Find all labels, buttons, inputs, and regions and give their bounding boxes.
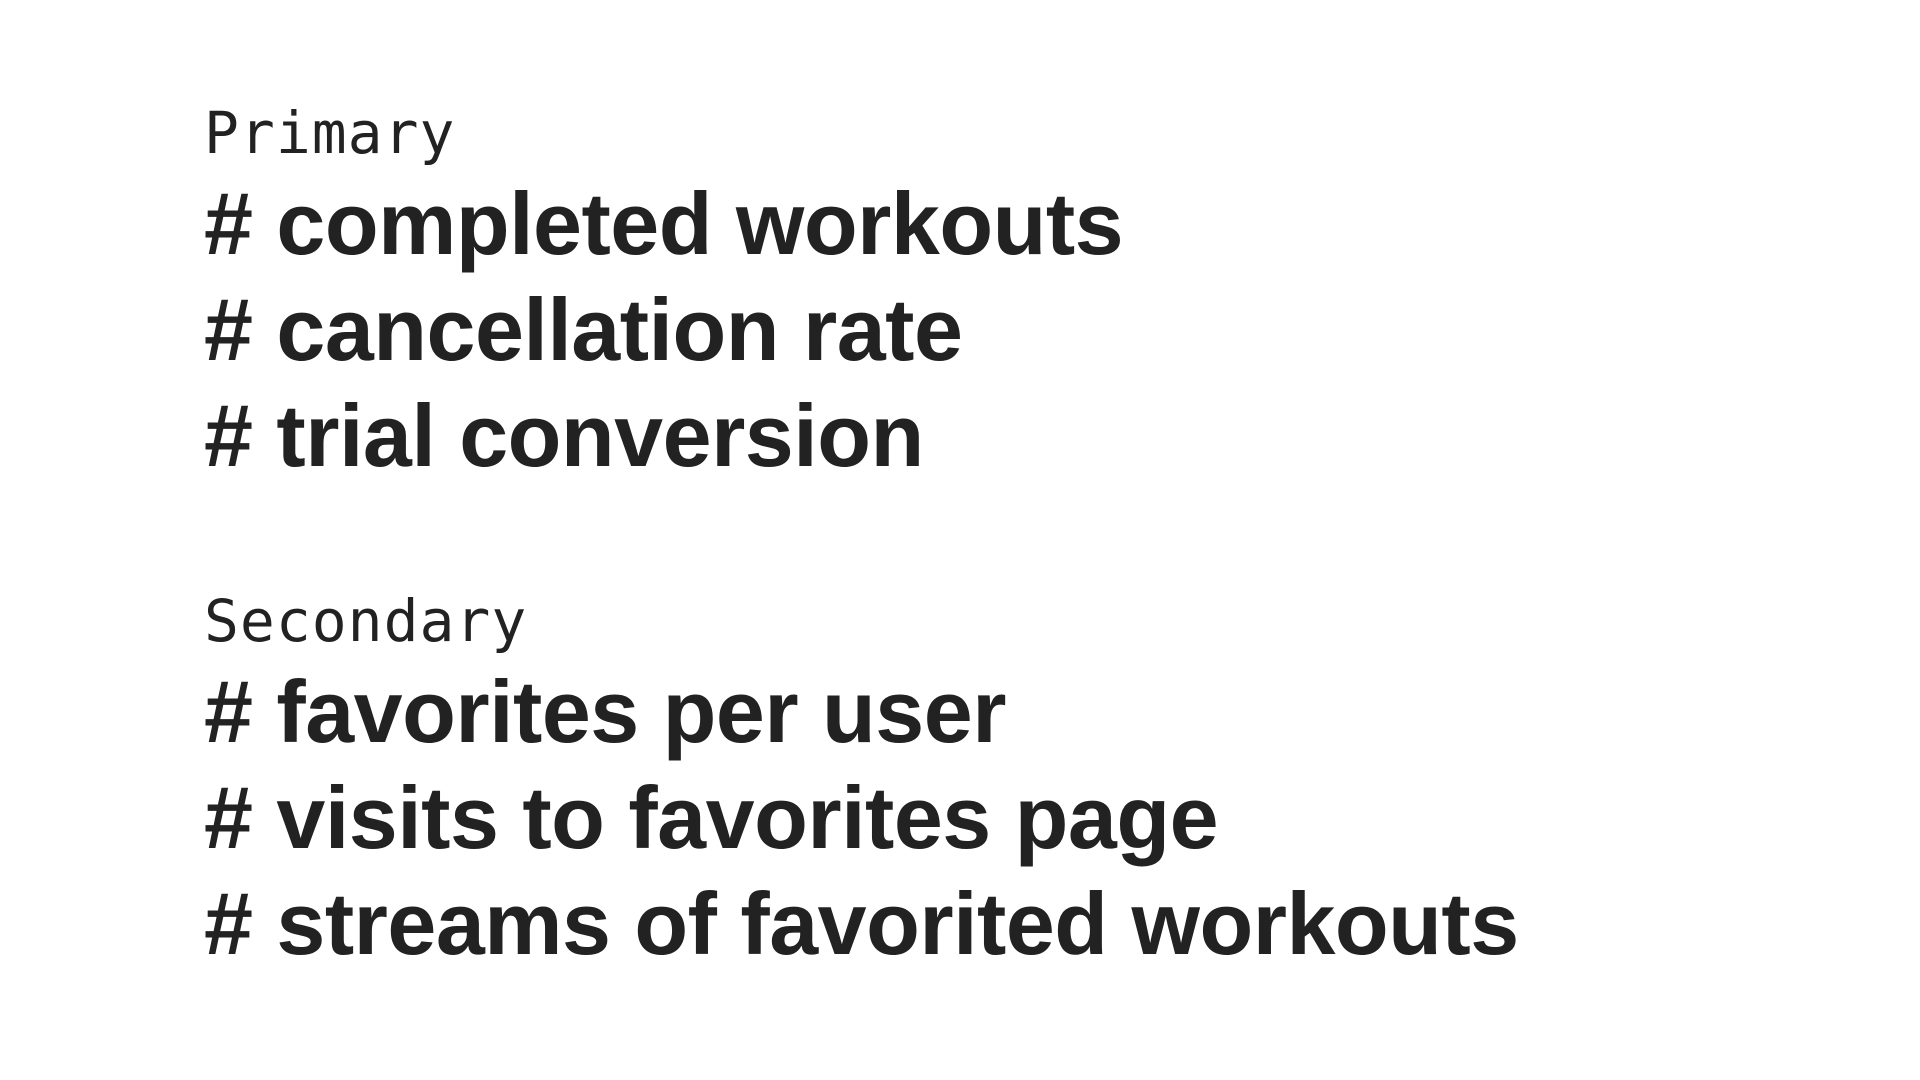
metric-streams-of-favorited-workouts: # streams of favorited workouts	[204, 874, 1519, 973]
secondary-metric-list: # favorites per user # visits to favorit…	[204, 659, 1804, 977]
secondary-label: Secondary	[204, 587, 528, 655]
metric-completed-workouts: # completed workouts	[204, 174, 1124, 273]
metric-favorites-per-user: # favorites per user	[204, 662, 1006, 761]
metric-cancellation-rate: # cancellation rate	[204, 280, 963, 379]
secondary-section: Secondary # favorites per user # visits …	[204, 583, 1804, 977]
metrics-slide: Primary # completed workouts # cancellat…	[204, 95, 1804, 977]
primary-metric-list: # completed workouts # cancellation rate…	[204, 171, 1804, 489]
metric-trial-conversion: # trial conversion	[204, 386, 924, 485]
primary-section: Primary # completed workouts # cancellat…	[204, 95, 1804, 489]
metric-visits-to-favorites-page: # visits to favorites page	[204, 768, 1219, 867]
primary-label: Primary	[204, 99, 456, 167]
